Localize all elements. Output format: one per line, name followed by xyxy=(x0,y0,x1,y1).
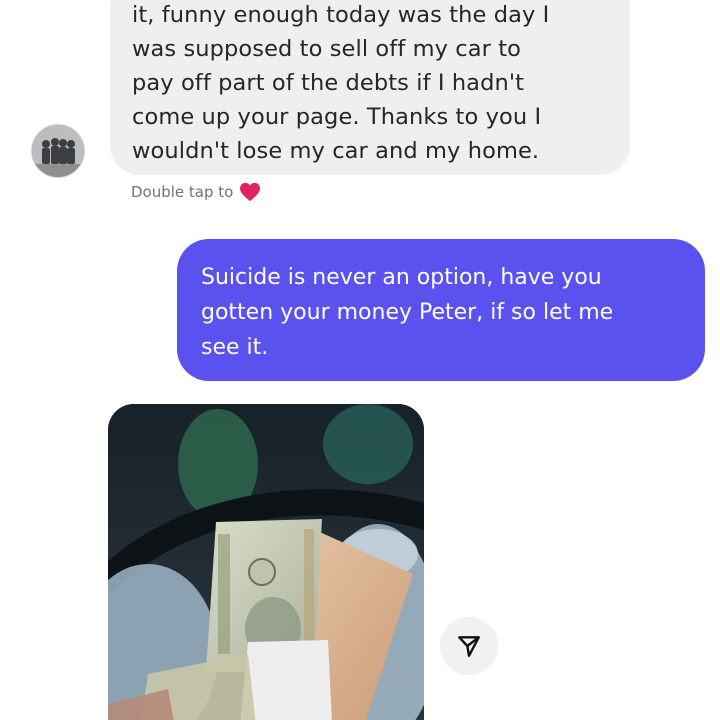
incoming-message-line: was supposed to sell off my car to xyxy=(132,36,522,62)
outgoing-message-bubble[interactable]: Suicide is never an option, have you got… xyxy=(177,239,705,381)
incoming-message-line: wouldn't lose my car and my home. xyxy=(132,138,540,164)
group-photo-icon xyxy=(32,125,84,177)
outgoing-message-line: gotten your money Peter, if so let me xyxy=(201,300,614,325)
outgoing-message-line: Suicide is never an option, have you xyxy=(201,265,602,290)
incoming-message-bubble[interactable]: it, funny enough today was the day I was… xyxy=(110,0,630,175)
double-tap-hint: Double tap to xyxy=(131,182,261,202)
photo-image xyxy=(108,404,424,720)
outgoing-message-line: see it. xyxy=(201,335,269,360)
photo-message[interactable] xyxy=(108,404,424,720)
heart-icon xyxy=(240,182,261,202)
chat-screen: it, funny enough today was the day I was… xyxy=(0,0,720,720)
sender-avatar[interactable] xyxy=(31,124,85,178)
send-icon xyxy=(458,636,480,657)
incoming-message-line: come up your page. Thanks to you I xyxy=(132,104,542,130)
share-button[interactable] xyxy=(440,617,498,675)
double-tap-text: Double tap to xyxy=(131,183,234,201)
incoming-message-line: it, funny enough today was the day I xyxy=(132,2,550,28)
incoming-message-line: pay off part of the debts if I hadn't xyxy=(132,70,525,96)
